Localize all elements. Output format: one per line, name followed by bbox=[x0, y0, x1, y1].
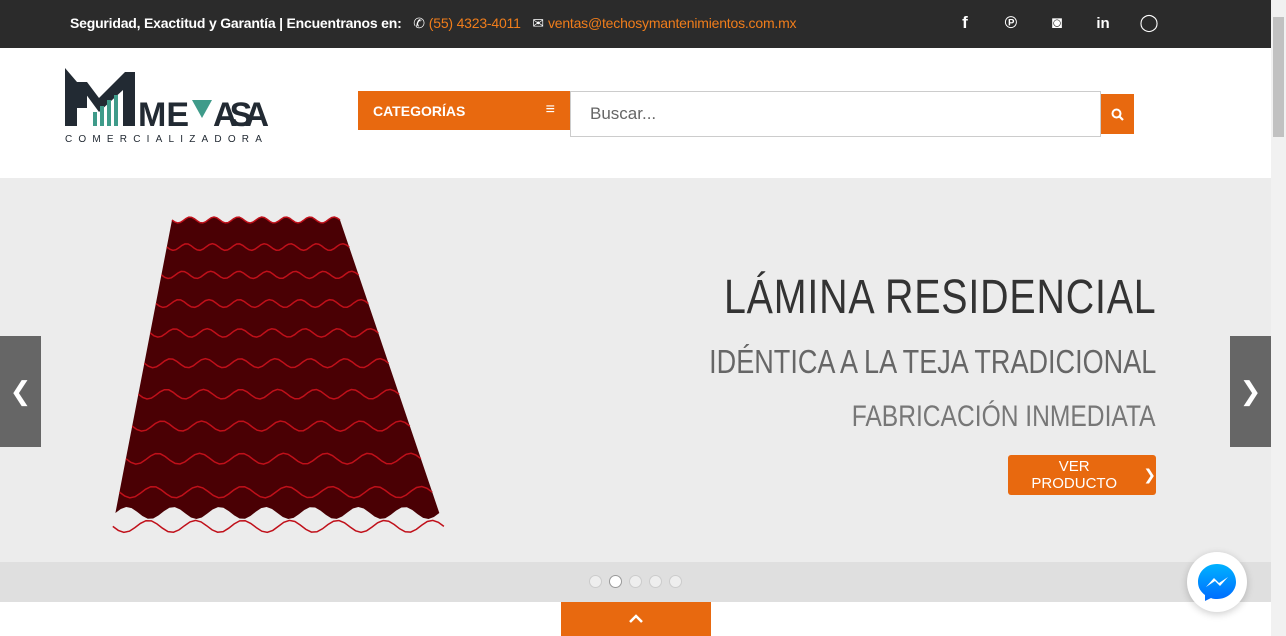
roof-sheet-image bbox=[112, 216, 445, 534]
svg-text:COMERCIALIZADORA: COMERCIALIZADORA bbox=[65, 134, 268, 145]
slider-dot[interactable] bbox=[589, 575, 602, 588]
categories-label: CATEGORÍAS bbox=[373, 103, 466, 119]
next-slide-button[interactable]: ❯ bbox=[1230, 336, 1271, 447]
facebook-icon[interactable]: f bbox=[955, 12, 975, 34]
email-link[interactable]: ventas@techosymantenimientos.com.mx bbox=[548, 15, 797, 31]
phone-icon: ✆ bbox=[413, 15, 425, 31]
phone-link[interactable]: (55) 4323-4011 bbox=[429, 15, 521, 31]
roof-ridge bbox=[112, 519, 445, 534]
header: ME ASA COMERCIALIZADORA CATEGORÍAS ≡ bbox=[0, 48, 1271, 178]
view-product-label: VER PRODUCTO bbox=[1031, 458, 1117, 492]
chevron-right-icon: ❯ bbox=[1143, 467, 1156, 484]
prev-slide-button[interactable]: ❮ bbox=[0, 336, 41, 447]
slider-dot[interactable] bbox=[629, 575, 642, 588]
instagram-icon[interactable]: ◙ bbox=[1047, 12, 1067, 34]
linkedin-icon[interactable]: in bbox=[1093, 12, 1113, 34]
messenger-button[interactable] bbox=[1187, 552, 1247, 612]
whatsapp-icon[interactable]: ◯ bbox=[1139, 12, 1159, 34]
view-product-button[interactable]: VER PRODUCTO ❯ bbox=[1008, 455, 1156, 495]
slide-line3: FABRICACIÓN INMEDIATA bbox=[852, 400, 1156, 433]
svg-text:ASA: ASA bbox=[213, 96, 269, 134]
search-icon bbox=[1111, 108, 1124, 121]
messenger-icon bbox=[1198, 564, 1236, 601]
pinterest-icon[interactable]: ℗ bbox=[1001, 12, 1021, 34]
slide-subtitle: IDÉNTICA A LA TEJA TRADICIONAL bbox=[708, 343, 1156, 380]
slider-dot[interactable] bbox=[669, 575, 682, 588]
categories-button[interactable]: CATEGORÍAS ≡ bbox=[358, 91, 570, 130]
svg-text:ME: ME bbox=[138, 96, 189, 134]
slider-dot[interactable] bbox=[609, 575, 622, 588]
search-input[interactable] bbox=[570, 91, 1101, 137]
hero-slider: LÁMINA RESIDENCIAL IDÉNTICA A LA TEJA TR… bbox=[0, 178, 1271, 562]
chevron-up-icon bbox=[629, 614, 643, 623]
envelope-icon: ✉ bbox=[532, 15, 544, 31]
scrollbar[interactable] bbox=[1271, 0, 1286, 636]
chevron-left-icon: ❮ bbox=[9, 376, 32, 406]
chevron-right-icon: ❯ bbox=[1239, 376, 1262, 406]
slider-dot[interactable] bbox=[649, 575, 662, 588]
top-bar: Seguridad, Exactitud y Garantía | Encuen… bbox=[0, 0, 1271, 48]
mevasa-logo[interactable]: ME ASA COMERCIALIZADORA bbox=[65, 68, 275, 148]
tagline: Seguridad, Exactitud y Garantía | Encuen… bbox=[70, 15, 402, 31]
scrollbar-thumb[interactable] bbox=[1273, 17, 1284, 137]
menu-icon: ≡ bbox=[545, 101, 555, 118]
slider-pagination bbox=[0, 562, 1271, 602]
slide-title: LÁMINA RESIDENCIAL bbox=[723, 271, 1156, 324]
scroll-top-button[interactable] bbox=[561, 602, 711, 636]
search-button[interactable] bbox=[1101, 94, 1134, 134]
roof-body bbox=[115, 217, 440, 519]
